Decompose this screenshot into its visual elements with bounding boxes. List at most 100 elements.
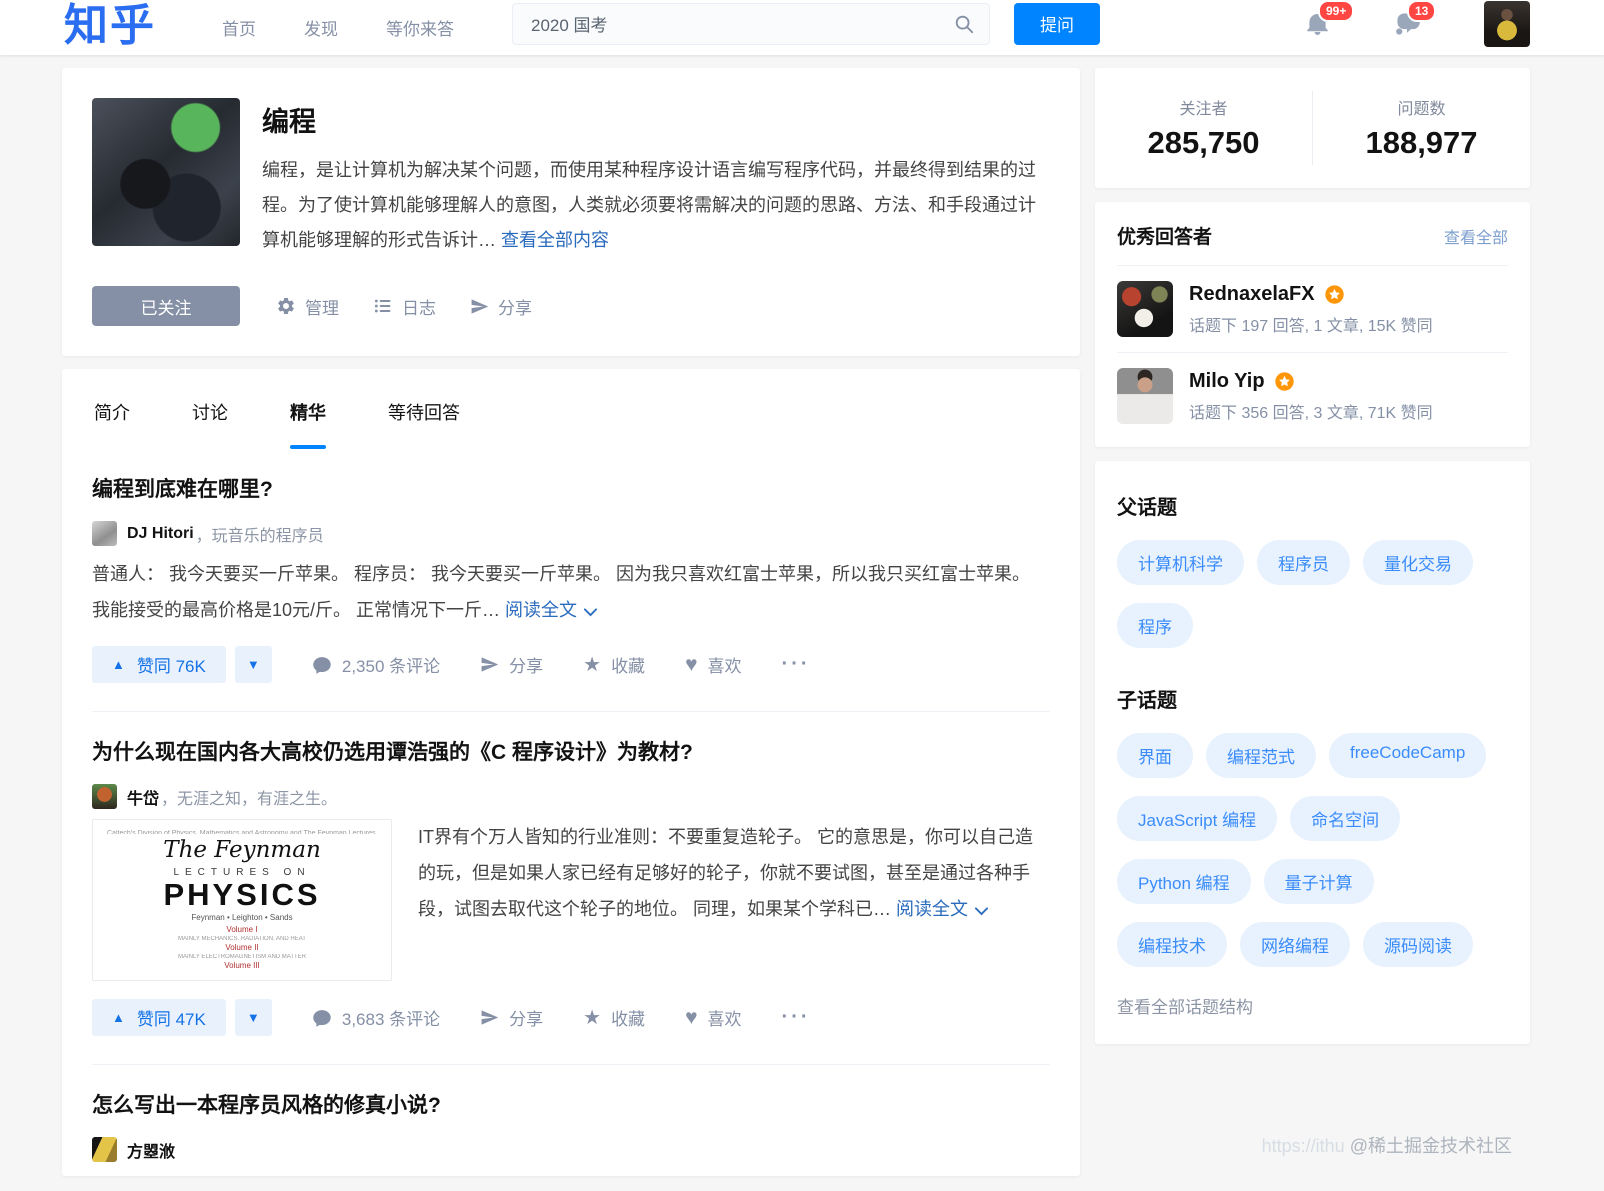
topic-tag[interactable]: 计算机科学	[1117, 540, 1244, 585]
topic-tag[interactable]: 编程范式	[1206, 733, 1316, 778]
comments-button[interactable]: 2,350 条评论	[312, 652, 440, 677]
downvote-triangle-icon: ▼	[247, 1010, 260, 1025]
ask-question-button[interactable]: 提问	[1014, 3, 1100, 45]
nav-item-home[interactable]: 首页	[222, 15, 256, 40]
author-avatar[interactable]	[92, 521, 117, 546]
share-button[interactable]: 分享	[480, 652, 543, 677]
child-topics-title: 子话题	[1117, 684, 1508, 713]
message-badge: 13	[1407, 0, 1436, 22]
topic-actions: 已关注 管理 日志	[92, 286, 1050, 326]
topic-tag[interactable]: Python 编程	[1117, 859, 1251, 904]
topic-info: 编程 编程，是让计算机为解决某个问题，而使用某种程序设计语言编写程序代码，并最终…	[262, 98, 1050, 258]
see-all-answerers-link[interactable]: 查看全部	[1444, 224, 1508, 248]
topic-tag[interactable]: 源码阅读	[1363, 922, 1473, 967]
read-more-link[interactable]: 阅读全文	[505, 600, 598, 620]
favorite-button[interactable]: ★ 收藏	[583, 652, 645, 677]
nav-item-answer[interactable]: 等你来答	[386, 15, 454, 40]
answer-excerpt: IT界有个万人皆知的行业准则：不要重复造轮子。 它的意思是，你可以自己造的玩，但…	[418, 819, 1050, 981]
topic-tag[interactable]: 网络编程	[1240, 922, 1350, 967]
tab-intro[interactable]: 简介	[94, 369, 130, 449]
author-bio: ，无涯之知，有涯之生。	[161, 785, 337, 809]
excellent-answerer-badge-icon	[1324, 284, 1345, 305]
topic-tag[interactable]: 编程技术	[1117, 922, 1227, 967]
zhihu-logo[interactable]: 知乎	[64, 0, 156, 53]
share-button[interactable]: 分享	[480, 1005, 543, 1030]
topic-tag[interactable]: 量化交易	[1363, 540, 1473, 585]
questions-stat[interactable]: 问题数 188,977	[1313, 95, 1530, 161]
share-plane-icon	[480, 1008, 499, 1027]
upvote-button[interactable]: ▲ 赞同 76K	[92, 646, 226, 683]
question-title[interactable]: 为什么现在国内各大高校仍选用谭浩强的《C 程序设计》为教材?	[92, 736, 1050, 766]
topic-tabs: 简介 讨论 精华 等待回答	[62, 369, 1080, 449]
main-nav: 首页 发现 等你来答	[222, 15, 454, 40]
see-topic-structure-link[interactable]: 查看全部话题结构	[1117, 993, 1508, 1018]
topic-tag[interactable]: 界面	[1117, 733, 1193, 778]
downvote-button[interactable]: ▼	[235, 999, 272, 1036]
log-button[interactable]: 日志	[373, 294, 436, 319]
topic-tag[interactable]: 程序员	[1257, 540, 1350, 585]
topic-tag[interactable]: JavaScript 编程	[1117, 796, 1277, 841]
action-row: ▲ 赞同 47K ▼ 3,683 条评论	[92, 999, 1050, 1036]
answer-thumbnail-image[interactable]: Caltech's Division of Physics, Mathemati…	[92, 819, 392, 981]
topic-tag[interactable]: 量子计算	[1264, 859, 1374, 904]
answerer-meta: 话题下 197 回答, 1 文章, 15K 赞同	[1189, 312, 1433, 336]
topic-tag[interactable]: 程序	[1117, 603, 1193, 648]
author-name[interactable]: 方曌浟	[127, 1138, 175, 1162]
user-avatar[interactable]	[1484, 1, 1530, 47]
feed-card: 简介 讨论 精华 等待回答 编程到底难在哪里? DJ Hitori ，玩音乐的程…	[62, 369, 1080, 1176]
followers-stat[interactable]: 关注者 285,750	[1095, 95, 1312, 161]
answerers-title: 优秀回答者	[1117, 222, 1212, 249]
author-name[interactable]: DJ Hitori	[127, 525, 194, 543]
upvote-button[interactable]: ▲ 赞同 47K	[92, 999, 226, 1036]
author-avatar[interactable]	[92, 784, 117, 809]
feed-item-1: 编程到底难在哪里? DJ Hitori ，玩音乐的程序员 普通人： 我今天要买一…	[62, 449, 1080, 683]
author-row: DJ Hitori ，玩音乐的程序员	[92, 521, 1050, 546]
nav-item-discover[interactable]: 发现	[304, 15, 338, 40]
answerer-name[interactable]: Milo Yip	[1189, 370, 1265, 393]
topic-stats-card: 关注者 285,750 问题数 188,977	[1095, 68, 1530, 188]
tab-highlights[interactable]: 精华	[290, 369, 326, 449]
tab-discussion[interactable]: 讨论	[192, 369, 228, 449]
topic-tag[interactable]: 命名空间	[1290, 796, 1400, 841]
share-topic-button[interactable]: 分享	[470, 294, 532, 319]
chevron-down-icon	[583, 607, 598, 618]
chevron-down-icon	[974, 906, 989, 917]
notifications-button[interactable]: 99+	[1304, 10, 1331, 37]
tab-waiting[interactable]: 等待回答	[388, 369, 460, 449]
like-button[interactable]: ♥ 喜欢	[685, 652, 741, 677]
topic-description: 编程，是让计算机为解决某个问题，而使用某种程序设计语言编写程序代码，并最终得到结…	[262, 153, 1050, 258]
share-plane-icon	[480, 655, 499, 674]
like-button[interactable]: ♥ 喜欢	[685, 1005, 741, 1030]
topic-tag[interactable]: freeCodeCamp	[1329, 733, 1486, 778]
star-icon: ★	[583, 652, 601, 677]
downvote-button[interactable]: ▼	[235, 646, 272, 683]
action-row: ▲ 赞同 76K ▼ 2,350 条评论	[92, 646, 1050, 683]
following-button[interactable]: 已关注	[92, 286, 240, 326]
author-row: 牛岱 ，无涯之知，有涯之生。	[92, 784, 1050, 809]
answerer-name[interactable]: RednaxelaFX	[1189, 283, 1315, 306]
question-title[interactable]: 怎么写出一本程序员风格的修真小说?	[92, 1089, 1050, 1119]
search-icon[interactable]	[953, 13, 975, 35]
search-input[interactable]	[531, 14, 953, 34]
see-all-content-link[interactable]: 查看全部内容	[501, 230, 609, 250]
search-box[interactable]	[512, 3, 990, 45]
more-options-button[interactable]: ···	[782, 1006, 811, 1029]
manage-button[interactable]: 管理	[276, 294, 339, 319]
messages-button[interactable]: 13	[1393, 10, 1422, 37]
comment-bubble-icon	[312, 1008, 332, 1028]
more-options-button[interactable]: ···	[782, 653, 811, 676]
feed-item-2: 为什么现在国内各大高校仍选用谭浩强的《C 程序设计》为教材? 牛岱 ，无涯之知，…	[62, 712, 1080, 1036]
author-avatar[interactable]	[92, 1137, 117, 1162]
favorite-button[interactable]: ★ 收藏	[583, 1005, 645, 1030]
topic-avatar-image[interactable]	[92, 98, 240, 246]
questions-count: 188,977	[1313, 125, 1530, 161]
read-more-link[interactable]: 阅读全文	[896, 899, 989, 919]
followers-label: 关注者	[1095, 95, 1312, 119]
author-bio: ，玩音乐的程序员	[196, 522, 324, 546]
answerer-avatar[interactable]	[1117, 368, 1173, 424]
notification-badge: 99+	[1318, 0, 1354, 22]
author-name[interactable]: 牛岱	[127, 785, 159, 809]
answerer-avatar[interactable]	[1117, 281, 1173, 337]
comments-button[interactable]: 3,683 条评论	[312, 1005, 440, 1030]
question-title[interactable]: 编程到底难在哪里?	[92, 473, 1050, 503]
